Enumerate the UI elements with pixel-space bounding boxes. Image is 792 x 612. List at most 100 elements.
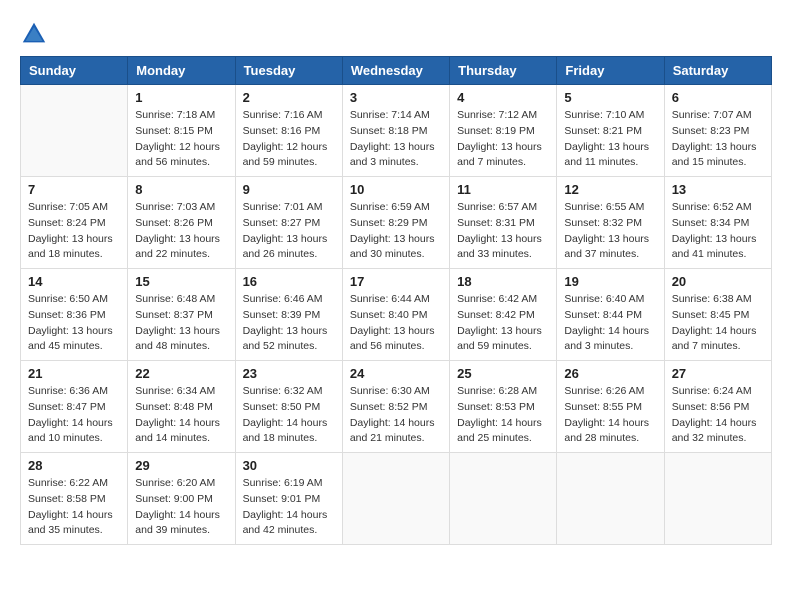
- day-info: Sunrise: 6:57 AMSunset: 8:31 PMDaylight:…: [457, 200, 549, 263]
- day-cell: 5Sunrise: 7:10 AMSunset: 8:21 PMDaylight…: [557, 85, 664, 177]
- day-info: Sunrise: 6:30 AMSunset: 8:52 PMDaylight:…: [350, 384, 442, 447]
- day-number: 28: [28, 458, 120, 473]
- week-row-1: 1 Sunrise: 7:18 AMSunset: 8:15 PMDaylight…: [21, 85, 772, 177]
- week-row-2: 7Sunrise: 7:05 AMSunset: 8:24 PMDaylight…: [21, 177, 772, 269]
- day-number: 3: [350, 90, 442, 105]
- day-cell: 20 Sunrise: 6:38 AMSunset: 8:45 PMDayligh…: [664, 269, 771, 361]
- day-cell: 26 Sunrise: 6:26 AMSunset: 8:55 PMDayligh…: [557, 361, 664, 453]
- week-row-5: 28 Sunrise: 6:22 AMSunset: 8:58 PMDayligh…: [21, 453, 772, 545]
- day-info: Sunrise: 6:52 AMSunset: 8:34 PMDaylight:…: [672, 200, 764, 263]
- day-cell: 3 Sunrise: 7:14 AMSunset: 8:18 PMDaylight…: [342, 85, 449, 177]
- day-info: Sunrise: 6:38 AMSunset: 8:45 PMDaylight:…: [672, 292, 764, 355]
- day-number: 9: [243, 182, 335, 197]
- week-row-3: 14 Sunrise: 6:50 AMSunset: 8:36 PMDayligh…: [21, 269, 772, 361]
- week-row-4: 21 Sunrise: 6:36 AMSunset: 8:47 PMDayligh…: [21, 361, 772, 453]
- day-number: 26: [564, 366, 656, 381]
- day-cell: 1 Sunrise: 7:18 AMSunset: 8:15 PMDaylight…: [128, 85, 235, 177]
- day-cell: 28 Sunrise: 6:22 AMSunset: 8:58 PMDayligh…: [21, 453, 128, 545]
- day-number: 24: [350, 366, 442, 381]
- day-cell: 7Sunrise: 7:05 AMSunset: 8:24 PMDaylight…: [21, 177, 128, 269]
- day-info: Sunrise: 6:44 AMSunset: 8:40 PMDaylight:…: [350, 292, 442, 355]
- day-number: 4: [457, 90, 549, 105]
- day-cell: 27 Sunrise: 6:24 AMSunset: 8:56 PMDayligh…: [664, 361, 771, 453]
- day-header-wednesday: Wednesday: [342, 57, 449, 85]
- day-info: Sunrise: 6:22 AMSunset: 8:58 PMDaylight:…: [28, 476, 120, 539]
- day-info: Sunrise: 7:12 AMSunset: 8:19 PMDaylight:…: [457, 108, 549, 171]
- day-cell: 11 Sunrise: 6:57 AMSunset: 8:31 PMDayligh…: [450, 177, 557, 269]
- day-info: Sunrise: 7:01 AMSunset: 8:27 PMDaylight:…: [243, 200, 335, 263]
- day-number: 11: [457, 182, 549, 197]
- day-info: Sunrise: 6:59 AMSunset: 8:29 PMDaylight:…: [350, 200, 442, 263]
- day-number: 27: [672, 366, 764, 381]
- day-number: 30: [243, 458, 335, 473]
- day-number: 16: [243, 274, 335, 289]
- day-number: 14: [28, 274, 120, 289]
- day-number: 29: [135, 458, 227, 473]
- day-number: 10: [350, 182, 442, 197]
- day-number: 2: [243, 90, 335, 105]
- day-cell: 21 Sunrise: 6:36 AMSunset: 8:47 PMDayligh…: [21, 361, 128, 453]
- day-cell: 23Sunrise: 6:32 AMSunset: 8:50 PMDayligh…: [235, 361, 342, 453]
- day-number: 12: [564, 182, 656, 197]
- day-number: 20: [672, 274, 764, 289]
- day-cell: 13 Sunrise: 6:52 AMSunset: 8:34 PMDayligh…: [664, 177, 771, 269]
- day-cell: 18Sunrise: 6:42 AMSunset: 8:42 PMDayligh…: [450, 269, 557, 361]
- day-cell: 4 Sunrise: 7:12 AMSunset: 8:19 PMDaylight…: [450, 85, 557, 177]
- day-info: Sunrise: 7:16 AMSunset: 8:16 PMDaylight:…: [243, 108, 335, 171]
- day-number: 19: [564, 274, 656, 289]
- day-number: 25: [457, 366, 549, 381]
- day-header-saturday: Saturday: [664, 57, 771, 85]
- day-cell: 2 Sunrise: 7:16 AMSunset: 8:16 PMDaylight…: [235, 85, 342, 177]
- day-cell: 17 Sunrise: 6:44 AMSunset: 8:40 PMDayligh…: [342, 269, 449, 361]
- day-cell: 24 Sunrise: 6:30 AMSunset: 8:52 PMDayligh…: [342, 361, 449, 453]
- day-info: Sunrise: 6:19 AMSunset: 9:01 PMDaylight:…: [243, 476, 335, 539]
- day-number: 21: [28, 366, 120, 381]
- day-number: 7: [28, 182, 120, 197]
- day-header-thursday: Thursday: [450, 57, 557, 85]
- day-cell: 9 Sunrise: 7:01 AMSunset: 8:27 PMDaylight…: [235, 177, 342, 269]
- day-info: Sunrise: 6:24 AMSunset: 8:56 PMDaylight:…: [672, 384, 764, 447]
- day-info: Sunrise: 6:34 AMSunset: 8:48 PMDaylight:…: [135, 384, 227, 447]
- day-number: 18: [457, 274, 549, 289]
- day-info: Sunrise: 6:28 AMSunset: 8:53 PMDaylight:…: [457, 384, 549, 447]
- day-cell: [557, 453, 664, 545]
- day-cell: [450, 453, 557, 545]
- page-header: [20, 20, 772, 48]
- day-cell: 6 Sunrise: 7:07 AMSunset: 8:23 PMDaylight…: [664, 85, 771, 177]
- day-cell: 15Sunrise: 6:48 AMSunset: 8:37 PMDayligh…: [128, 269, 235, 361]
- day-info: Sunrise: 6:55 AMSunset: 8:32 PMDaylight:…: [564, 200, 656, 263]
- day-info: Sunrise: 6:36 AMSunset: 8:47 PMDaylight:…: [28, 384, 120, 447]
- day-number: 23: [243, 366, 335, 381]
- day-cell: 19 Sunrise: 6:40 AMSunset: 8:44 PMDayligh…: [557, 269, 664, 361]
- day-number: 1: [135, 90, 227, 105]
- day-cell: 10 Sunrise: 6:59 AMSunset: 8:29 PMDayligh…: [342, 177, 449, 269]
- day-info: Sunrise: 7:18 AMSunset: 8:15 PMDaylight:…: [135, 108, 227, 171]
- day-info: Sunrise: 6:46 AMSunset: 8:39 PMDaylight:…: [243, 292, 335, 355]
- day-number: 17: [350, 274, 442, 289]
- day-cell: 8 Sunrise: 7:03 AMSunset: 8:26 PMDaylight…: [128, 177, 235, 269]
- day-info: Sunrise: 7:14 AMSunset: 8:18 PMDaylight:…: [350, 108, 442, 171]
- day-cell: 25 Sunrise: 6:28 AMSunset: 8:53 PMDayligh…: [450, 361, 557, 453]
- day-cell: [664, 453, 771, 545]
- day-header-sunday: Sunday: [21, 57, 128, 85]
- day-number: 6: [672, 90, 764, 105]
- day-info: Sunrise: 7:07 AMSunset: 8:23 PMDaylight:…: [672, 108, 764, 171]
- day-cell: 30 Sunrise: 6:19 AMSunset: 9:01 PMDayligh…: [235, 453, 342, 545]
- day-info: Sunrise: 6:48 AMSunset: 8:37 PMDaylight:…: [135, 292, 227, 355]
- day-cell: 22Sunrise: 6:34 AMSunset: 8:48 PMDayligh…: [128, 361, 235, 453]
- day-info: Sunrise: 7:03 AMSunset: 8:26 PMDaylight:…: [135, 200, 227, 263]
- day-cell: 29 Sunrise: 6:20 AMSunset: 9:00 PMDayligh…: [128, 453, 235, 545]
- day-number: 8: [135, 182, 227, 197]
- days-header-row: SundayMondayTuesdayWednesdayThursdayFrid…: [21, 57, 772, 85]
- day-info: Sunrise: 6:20 AMSunset: 9:00 PMDaylight:…: [135, 476, 227, 539]
- day-info: Sunrise: 6:26 AMSunset: 8:55 PMDaylight:…: [564, 384, 656, 447]
- day-cell: 12 Sunrise: 6:55 AMSunset: 8:32 PMDayligh…: [557, 177, 664, 269]
- day-info: Sunrise: 6:40 AMSunset: 8:44 PMDaylight:…: [564, 292, 656, 355]
- day-header-monday: Monday: [128, 57, 235, 85]
- logo-icon: [20, 20, 48, 48]
- calendar-table: SundayMondayTuesdayWednesdayThursdayFrid…: [20, 56, 772, 545]
- day-info: Sunrise: 6:50 AMSunset: 8:36 PMDaylight:…: [28, 292, 120, 355]
- day-header-tuesday: Tuesday: [235, 57, 342, 85]
- logo: [20, 20, 52, 48]
- day-number: 13: [672, 182, 764, 197]
